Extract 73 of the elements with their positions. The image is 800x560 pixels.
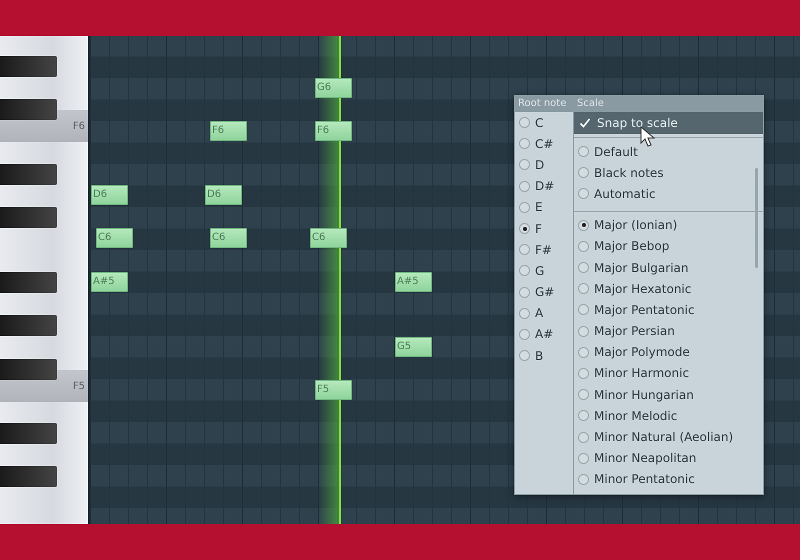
radio-button[interactable]: [578, 262, 589, 274]
radio-button[interactable]: [519, 308, 530, 319]
menu-item[interactable]: Minor Melodic: [594, 408, 678, 423]
menu-item[interactable]: B: [535, 348, 544, 363]
key-label: F6: [72, 120, 86, 132]
radio-button[interactable]: [519, 350, 530, 362]
menu-item[interactable]: G: [535, 264, 544, 278]
menu-item[interactable]: Major Bebop: [594, 239, 670, 254]
menu-item[interactable]: D#: [535, 179, 554, 194]
menu-item[interactable]: Major (Ionian): [594, 218, 678, 232]
menu-item[interactable]: Default: [594, 144, 638, 159]
menu-item[interactable]: Major Persian: [594, 324, 675, 338]
piano-key[interactable]: [0, 56, 57, 77]
radio-button[interactable]: [578, 220, 589, 231]
piano-key[interactable]: [0, 423, 57, 444]
radio-button[interactable]: [578, 188, 589, 200]
radio-button[interactable]: [519, 328, 530, 340]
piano-key[interactable]: [0, 207, 57, 228]
menu-item[interactable]: F#: [535, 242, 552, 257]
radio-button[interactable]: [578, 304, 589, 316]
radio-button[interactable]: [578, 346, 589, 358]
piano-key[interactable]: [0, 315, 57, 336]
radio-button[interactable]: [578, 240, 589, 252]
menu-item[interactable]: Black notes: [594, 166, 664, 180]
menu-item[interactable]: Minor Pentatonic: [594, 472, 695, 486]
menu-item[interactable]: A#: [535, 327, 554, 342]
cursor-icon: [640, 126, 656, 148]
radio-button[interactable]: [519, 180, 530, 192]
radio-button[interactable]: [519, 223, 530, 234]
radio-button[interactable]: [578, 389, 589, 400]
menu-item[interactable]: C#: [535, 136, 554, 151]
radio-button[interactable]: [519, 244, 530, 256]
radio-button[interactable]: [519, 159, 530, 170]
radio-button[interactable]: [578, 474, 589, 485]
column-header: Scale: [574, 96, 763, 112]
menu-item[interactable]: Minor Harmonic: [594, 366, 690, 380]
menu-item[interactable]: Minor Hungarian: [594, 388, 694, 402]
menu-item[interactable]: Automatic: [594, 186, 656, 201]
radio-button[interactable]: [578, 410, 589, 422]
piano-key[interactable]: [0, 272, 57, 293]
menu-item[interactable]: A: [535, 306, 544, 320]
menu-item[interactable]: Major Bulgarian: [594, 260, 688, 275]
menu-item-highlight[interactable]: Snap to scale: [574, 112, 763, 134]
radio-button[interactable]: [519, 138, 530, 150]
piano-key[interactable]: [0, 164, 57, 185]
menu-item[interactable]: E: [535, 200, 543, 214]
key-label: F5: [72, 380, 86, 392]
radio-button[interactable]: [519, 202, 530, 213]
piano-key[interactable]: [0, 466, 57, 487]
radio-button[interactable]: [578, 326, 589, 337]
piano-key[interactable]: [0, 359, 57, 380]
menu-item[interactable]: Major Hexatonic: [594, 282, 692, 296]
scrollbar[interactable]: [755, 168, 758, 268]
radio-button[interactable]: [578, 167, 589, 178]
menu-item[interactable]: Snap to scale: [597, 116, 678, 130]
menu-item[interactable]: D: [535, 158, 544, 172]
radio-button[interactable]: [578, 452, 589, 464]
menu-item[interactable]: C: [535, 116, 544, 130]
radio-button[interactable]: [519, 265, 530, 276]
menu-item[interactable]: Minor Neapolitan: [594, 451, 696, 466]
menu-item[interactable]: Major Polymode: [594, 345, 690, 360]
menu-item[interactable]: G#: [535, 285, 554, 300]
radio-button[interactable]: [578, 146, 589, 158]
radio-button[interactable]: [519, 117, 530, 128]
column-header: Root note: [515, 96, 573, 112]
menu-item[interactable]: F: [535, 222, 542, 236]
menu-item[interactable]: Major Pentatonic: [594, 302, 695, 317]
radio-button[interactable]: [519, 286, 530, 298]
radio-button[interactable]: [578, 368, 589, 379]
piano-key[interactable]: [0, 99, 57, 120]
radio-button[interactable]: [578, 283, 589, 294]
radio-button[interactable]: [578, 432, 589, 443]
menu-item[interactable]: Minor Natural (Aeolian): [594, 430, 734, 444]
